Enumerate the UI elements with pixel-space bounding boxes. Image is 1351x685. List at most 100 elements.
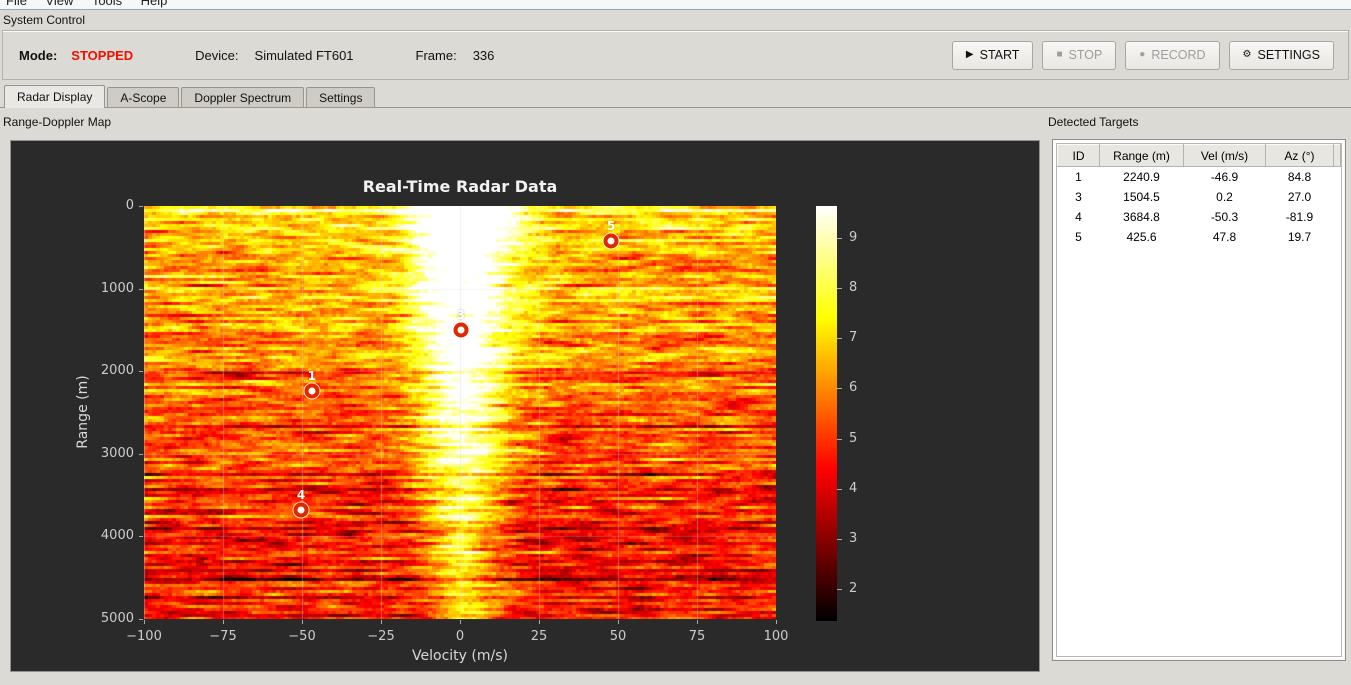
x-tick-label: −75 [209, 629, 237, 644]
target-marker [453, 322, 469, 338]
mode-label: Mode: [19, 47, 58, 63]
x-tick-mark [223, 620, 224, 624]
x-tick-label: −25 [367, 629, 395, 644]
tab-doppler-spectrum[interactable]: Doppler Spectrum [181, 87, 305, 107]
target-cell-filler [1334, 227, 1341, 247]
y-tick-mark [139, 454, 143, 455]
x-tick-mark [460, 620, 461, 624]
menu-item-file[interactable]: File [6, 0, 27, 8]
start-button[interactable]: ▶ START [951, 40, 1034, 70]
colorbar-tick-label: 4 [849, 480, 858, 496]
target-cell-vel-m-s: 47.8 [1212, 229, 1237, 244]
stop-button-label: STOP [1068, 48, 1103, 62]
menu-item-tools[interactable]: Tools [92, 0, 122, 8]
mode-value: STOPPED [71, 47, 134, 63]
target-cell-range-m: 425.6 [1126, 229, 1157, 244]
target-row[interactable]: 4 3684.8 -50.3 -81.9 [1058, 207, 1341, 227]
stop-button[interactable]: ■ STOP [1042, 40, 1117, 70]
x-tick-mark [381, 620, 382, 624]
y-tick-label: 4000 [100, 528, 134, 544]
x-tick-mark [144, 620, 145, 624]
target-cell-az: 27.0 [1287, 189, 1312, 204]
target-cell-range-m: 1504.5 [1123, 189, 1160, 204]
target-cell-az: 84.8 [1287, 169, 1312, 184]
y-tick-label: 1000 [100, 280, 134, 296]
x-tick-mark [697, 620, 698, 624]
y-tick-mark [139, 289, 143, 290]
target-marker [304, 383, 320, 399]
target-cell-id: 1 [1075, 169, 1082, 184]
x-tick-mark [618, 620, 619, 624]
tab-radar-display[interactable]: Radar Display [4, 85, 106, 108]
gear-icon: ⚙ [1242, 49, 1252, 60]
target-marker-label: 3 [456, 308, 465, 323]
record-button-label: RECORD [1151, 48, 1206, 62]
x-tick-label: 100 [763, 629, 789, 644]
tab-bar: Radar Display A-Scope Doppler Spectrum Sett… [0, 85, 1351, 108]
colorbar-tick-label: 3 [849, 530, 858, 546]
target-marker [293, 502, 309, 518]
status-row: Mode: STOPPED Device: Simulated FT601 Fr… [19, 48, 494, 63]
colorbar-tick-label: 2 [849, 580, 858, 596]
column-header-vel-m-s[interactable]: Vel (m/s) [1183, 144, 1266, 167]
x-tick-mark [302, 620, 303, 624]
target-row[interactable]: 3 1504.5 0.2 27.0 [1058, 187, 1341, 207]
target-row[interactable]: 1 2240.9 -46.9 84.8 [1058, 167, 1341, 187]
menu-item-view[interactable]: View [45, 0, 73, 8]
range-doppler-map-label: Range-Doppler Map [3, 115, 112, 129]
colorbar-tick-label: 5 [849, 430, 858, 446]
y-tick-mark [139, 619, 143, 620]
target-marker-label: 4 [296, 488, 306, 503]
y-tick-label: 2000 [100, 363, 134, 379]
column-header-az[interactable]: Az (°) [1265, 144, 1334, 167]
target-marker-label: 1 [307, 369, 316, 384]
target-cell-id: 4 [1075, 209, 1082, 224]
target-cell-id: 5 [1075, 229, 1082, 244]
x-axis-label: Velocity (m/s) [412, 648, 508, 664]
x-tick-mark [539, 620, 540, 624]
target-cell-filler [1334, 167, 1341, 187]
target-row[interactable]: 5 425.6 47.8 19.7 [1058, 227, 1341, 247]
target-marker [603, 233, 619, 249]
y-tick-label: 0 [125, 198, 134, 213]
detected-targets-table-container: ID Range (m) Vel (m/s) Az (°) 1 2240.9 -46.9 8… [1056, 143, 1342, 657]
target-marker-label: 5 [606, 219, 616, 234]
control-buttons: ▶ START ■ STOP ● RECORD ⚙ SETTINGS [951, 40, 1334, 70]
x-tick-label: −50 [288, 629, 316, 644]
x-tick-label: −100 [126, 629, 162, 644]
colorbar-tick-mark [837, 439, 842, 440]
target-cell-vel-m-s: 0.2 [1216, 189, 1233, 204]
colorbar-tick-label: 9 [849, 230, 858, 246]
x-tick-label: 50 [609, 629, 627, 644]
target-cell-vel-m-s: -46.9 [1210, 169, 1239, 184]
y-tick-mark [139, 206, 143, 207]
colorbar-tick-mark [837, 388, 842, 389]
target-cell-vel-m-s: -50.3 [1210, 209, 1239, 224]
column-header-id[interactable]: ID [1057, 144, 1100, 167]
play-icon: ▶ [965, 49, 974, 60]
column-header-filler [1333, 144, 1341, 167]
y-tick-mark [139, 536, 143, 537]
range-doppler-figure: Real-Time Radar Data Velocity (m/s) Rang… [10, 140, 1040, 672]
x-tick-mark [776, 620, 777, 624]
tab-settings[interactable]: Settings [306, 87, 376, 107]
column-header-range-m[interactable]: Range (m) [1099, 144, 1184, 167]
menu-item-help[interactable]: Help [141, 0, 168, 8]
colorbar-tick-mark [837, 238, 842, 239]
target-cell-range-m: 3684.8 [1123, 209, 1160, 224]
record-button[interactable]: ● RECORD [1125, 40, 1220, 70]
colorbar-tick-mark [837, 539, 842, 540]
colorbar-tick-label: 7 [849, 330, 858, 346]
system-control-panel: Mode: STOPPED Device: Simulated FT601 Fr… [2, 30, 1349, 80]
colorbar-tick-mark [837, 338, 842, 339]
colorbar-tick-mark [837, 589, 842, 590]
detected-targets-panel: ID Range (m) Vel (m/s) Az (°) 1 2240.9 -46.9 8… [1052, 139, 1346, 661]
settings-button[interactable]: ⚙ SETTINGS [1228, 40, 1334, 70]
x-tick-label: 75 [688, 629, 706, 644]
x-tick-label: 0 [455, 629, 465, 644]
device-label: Device: [195, 47, 239, 63]
x-tick-label: 25 [530, 629, 548, 644]
settings-button-label: SETTINGS [1257, 48, 1320, 62]
tab-a-scope[interactable]: A-Scope [107, 87, 180, 107]
stop-icon: ■ [1056, 49, 1063, 60]
